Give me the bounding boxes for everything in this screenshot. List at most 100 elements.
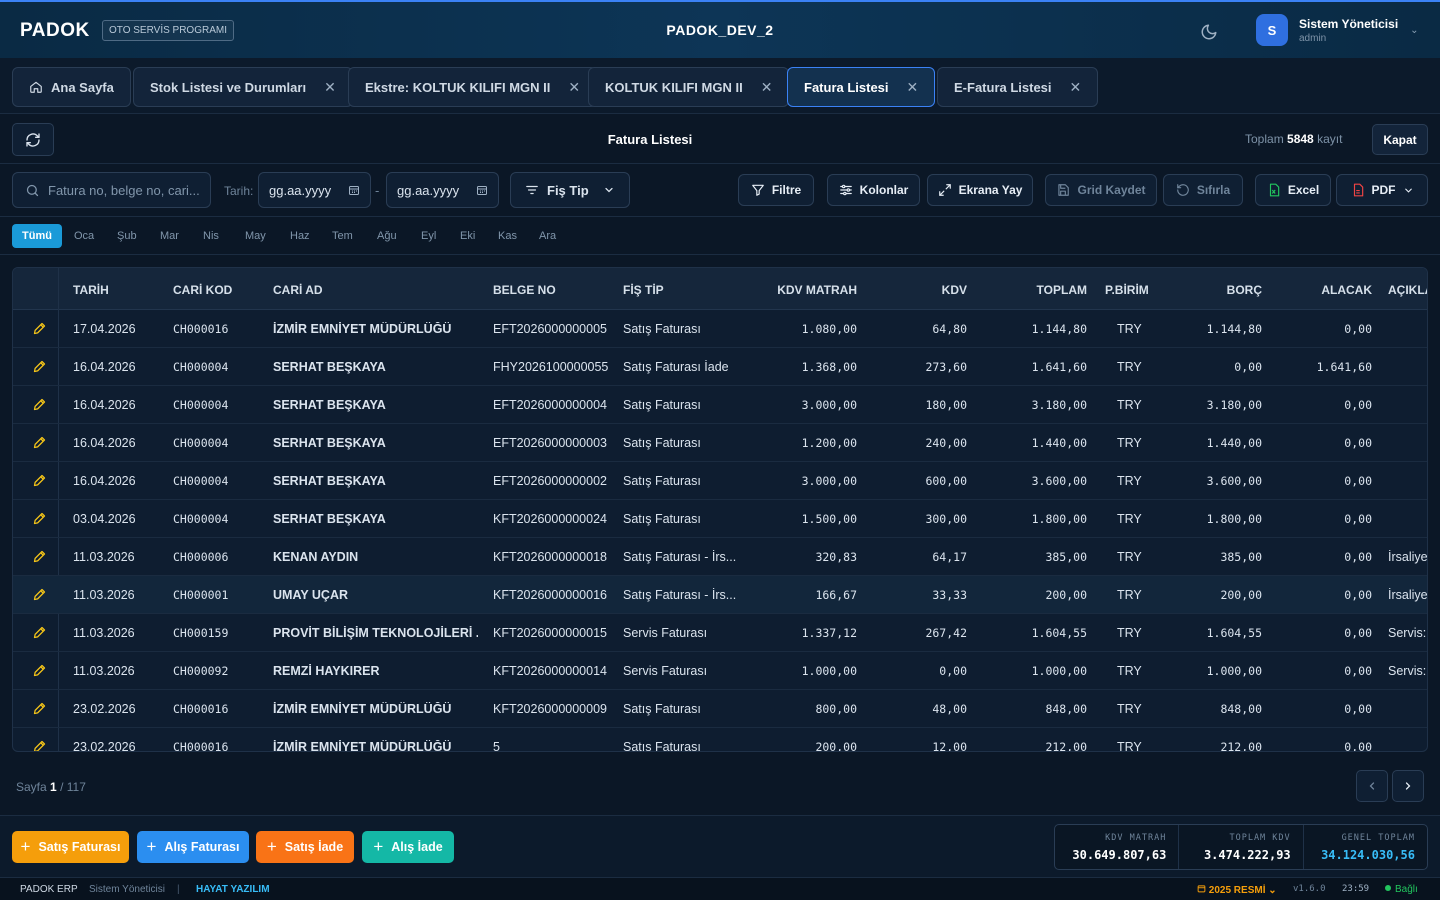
columns-button[interactable]: Kolonlar	[827, 174, 920, 206]
cell-cari-kod: CH000001	[173, 588, 229, 602]
column-header[interactable]: BELGE NO	[493, 283, 556, 297]
edit-pencil-icon[interactable]	[32, 359, 47, 374]
edit-pencil-icon[interactable]	[32, 625, 47, 640]
table-row[interactable]: 11.03.2026 CH000001 UMAY UÇAR KFT2026000000…	[13, 576, 1427, 614]
tab-stock-list[interactable]: Stok Listesi ve Durumları ✕	[133, 67, 353, 107]
close-icon[interactable]: ✕	[568, 79, 580, 96]
period-selector[interactable]: 2025 RESMİ ⌄	[1197, 884, 1277, 896]
new-sales-return-button[interactable]: + Satış İade	[256, 831, 354, 863]
month-dec[interactable]: Ara	[529, 224, 566, 248]
date-from-field[interactable]: gg.aa.yyyy	[258, 172, 371, 208]
excel-button[interactable]: Excel	[1255, 174, 1331, 206]
month-feb[interactable]: Şub	[107, 224, 147, 248]
column-header[interactable]: AÇIKLA	[1388, 283, 1427, 297]
close-icon[interactable]: ✕	[324, 79, 336, 96]
column-header[interactable]: KDV	[887, 283, 967, 297]
table-row[interactable]: 16.04.2026 CH000004 SERHAT BEŞKAYA FHY20261…	[13, 348, 1427, 386]
new-purchase-return-button[interactable]: + Alış İade	[362, 831, 454, 863]
edit-pencil-icon[interactable]	[32, 321, 47, 336]
table-row[interactable]: 23.02.2026 CH000016 İZMİR EMNİYET MÜDÜRLÜĞ…	[13, 728, 1427, 752]
column-header[interactable]: BORÇ	[1182, 283, 1262, 297]
column-header[interactable]: CARİ AD	[273, 283, 323, 297]
cell-cari-kod: CH000004	[173, 474, 229, 488]
month-sep[interactable]: Eyl	[411, 224, 446, 248]
table-row[interactable]: 11.03.2026 CH000159 PROVİT BİLİŞİM TEKNOLO…	[13, 614, 1427, 652]
cell-cari-ad: İZMİR EMNİYET MÜDÜRLÜĞÜ	[273, 322, 452, 336]
edit-pencil-icon[interactable]	[32, 663, 47, 678]
edit-pencil-icon[interactable]	[32, 701, 47, 716]
search-input[interactable]	[48, 182, 208, 198]
close-icon[interactable]: ✕	[1070, 79, 1082, 96]
edit-pencil-icon[interactable]	[32, 587, 47, 602]
status-company[interactable]: HAYAT YAZILIM	[196, 884, 270, 895]
save-grid-button[interactable]: Grid Kaydet	[1045, 174, 1157, 206]
column-header[interactable]: FİŞ TİP	[623, 283, 664, 297]
cell-belge-no: FHY2026100000055	[493, 360, 609, 374]
moon-icon[interactable]	[1200, 23, 1218, 41]
column-header[interactable]: TARİH	[73, 283, 109, 297]
cell-fis-tip: Satış Faturası	[623, 436, 701, 450]
user-menu[interactable]: S Sistem Yöneticisi admin ⌄	[1256, 14, 1419, 46]
tab-home[interactable]: Ana Sayfa	[12, 67, 131, 107]
cell-aciklama: Servis:	[1388, 626, 1427, 640]
month-aug[interactable]: Ağu	[367, 224, 407, 248]
tab-invoice-list[interactable]: Fatura Listesi ✕	[787, 67, 936, 107]
table-row[interactable]: 16.04.2026 CH000004 SERHAT BEŞKAYA EFT20260…	[13, 462, 1427, 500]
filter-button[interactable]: Filtre	[738, 174, 814, 206]
tab-ekstre[interactable]: Ekstre: KOLTUK KILIFI MGN II ✕	[348, 67, 598, 107]
month-mar[interactable]: Mar	[150, 224, 189, 248]
summary-value: 34.124.030,56	[1321, 848, 1415, 862]
column-header[interactable]: CARİ KOD	[173, 283, 232, 297]
month-may[interactable]: May	[235, 224, 276, 248]
cell-borc: 3.600,00	[1206, 474, 1262, 488]
edit-pencil-icon[interactable]	[32, 473, 47, 488]
fullscreen-button[interactable]: Ekrana Yay	[927, 174, 1033, 206]
month-oct[interactable]: Eki	[450, 224, 485, 248]
month-all[interactable]: Tümü	[12, 224, 62, 248]
edit-pencil-icon[interactable]	[32, 397, 47, 412]
fis-tip-dropdown[interactable]: Fiş Tip	[510, 172, 630, 208]
cell-currency: TRY	[1117, 436, 1142, 450]
tab-product[interactable]: KOLTUK KILIFI MGN II ✕	[588, 67, 790, 107]
cell-kdv: 48,00	[932, 702, 967, 716]
table-row[interactable]: 11.03.2026 CH000092 REMZİ HAYKIRER KFT20260…	[13, 652, 1427, 690]
pdf-button[interactable]: PDF	[1336, 174, 1428, 206]
filter-lines-icon	[526, 185, 538, 195]
cell-toplam: 1.641,60	[1031, 360, 1087, 374]
column-header[interactable]: ALACAK	[1292, 283, 1372, 297]
table-row[interactable]: 23.02.2026 CH000016 İZMİR EMNİYET MÜDÜRLÜĞ…	[13, 690, 1427, 728]
column-header[interactable]: P.BİRİM	[1105, 283, 1149, 297]
month-jan[interactable]: Oca	[64, 224, 104, 248]
close-icon[interactable]: ✕	[761, 79, 773, 96]
calendar-icon[interactable]	[476, 184, 488, 196]
column-header[interactable]: TOPLAM	[1007, 283, 1087, 297]
date-to-field[interactable]: gg.aa.yyyy	[386, 172, 499, 208]
edit-pencil-icon[interactable]	[32, 739, 47, 752]
table-row[interactable]: 03.04.2026 CH000004 SERHAT BEŞKAYA KFT20260…	[13, 500, 1427, 538]
month-jun[interactable]: Haz	[280, 224, 320, 248]
month-jul[interactable]: Tem	[322, 224, 363, 248]
close-button[interactable]: Kapat	[1372, 124, 1428, 155]
table-row[interactable]: 16.04.2026 CH000004 SERHAT BEŞKAYA EFT20260…	[13, 386, 1427, 424]
cell-currency: TRY	[1117, 512, 1142, 526]
edit-pencil-icon[interactable]	[32, 511, 47, 526]
month-apr[interactable]: Nis	[193, 224, 229, 248]
summary-label: GENEL TOPLAM	[1341, 833, 1415, 843]
edit-pencil-icon[interactable]	[32, 435, 47, 450]
tab-e-invoice-list[interactable]: E-Fatura Listesi ✕	[937, 67, 1099, 107]
month-nov[interactable]: Kas	[488, 224, 527, 248]
new-purchase-invoice-button[interactable]: + Alış Faturası	[137, 831, 249, 863]
fis-tip-label: Fiş Tip	[547, 182, 589, 198]
column-header[interactable]: KDV MATRAH	[757, 283, 857, 297]
new-sales-invoice-button[interactable]: + Satış Faturası	[12, 831, 129, 863]
search-box[interactable]	[12, 172, 211, 208]
table-row[interactable]: 16.04.2026 CH000004 SERHAT BEŞKAYA EFT20260…	[13, 424, 1427, 462]
reset-button[interactable]: Sıfırla	[1163, 174, 1243, 206]
edit-pencil-icon[interactable]	[32, 549, 47, 564]
prev-page-button[interactable]	[1356, 770, 1388, 802]
table-row[interactable]: 17.04.2026 CH000016 İZMİR EMNİYET MÜDÜRLÜĞ…	[13, 310, 1427, 348]
close-icon[interactable]: ✕	[907, 79, 919, 96]
calendar-icon[interactable]	[348, 184, 360, 196]
table-row[interactable]: 11.03.2026 CH000006 KENAN AYDIN KFT20260000…	[13, 538, 1427, 576]
next-page-button[interactable]	[1392, 770, 1424, 802]
